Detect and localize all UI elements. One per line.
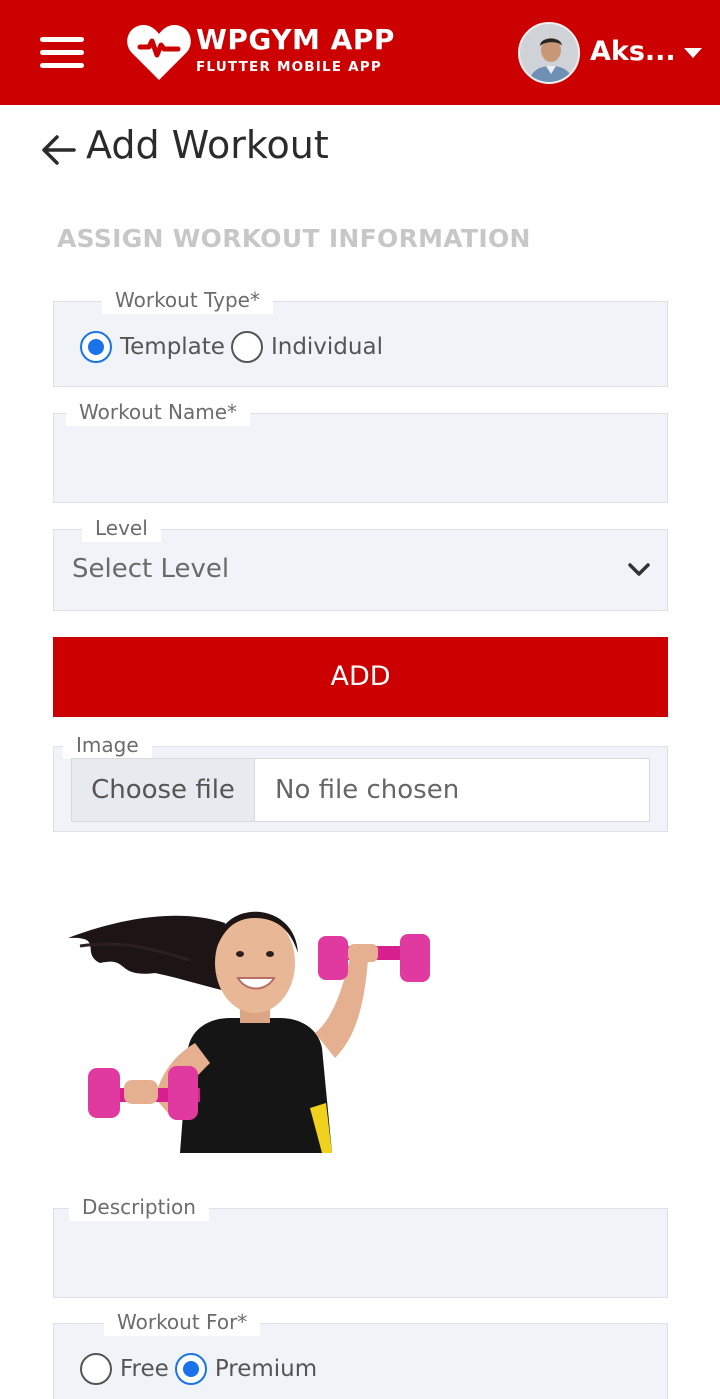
description-label: Description	[69, 1193, 209, 1221]
choose-file-button[interactable]: Choose file	[72, 759, 255, 821]
radio-unselected-icon[interactable]	[230, 331, 263, 363]
app-header: WPGYM APP FLUTTER MOBILE APP Aks...	[0, 0, 720, 105]
file-status: No file chosen	[275, 775, 460, 805]
radio-label: Premium	[214, 1356, 318, 1382]
page-title: Add Workout	[86, 123, 329, 167]
level-select-value: Select Level	[72, 554, 230, 584]
workout-for-option-premium[interactable]: Premium	[174, 1353, 318, 1385]
workout-type-radio-group: Template Individual	[80, 331, 383, 363]
radio-selected-icon[interactable]	[80, 331, 112, 363]
radio-label: Individual	[270, 334, 383, 360]
user-photo	[520, 24, 578, 82]
brand-logo-icon	[127, 24, 191, 80]
brand: WPGYM APP FLUTTER MOBILE APP	[196, 24, 395, 76]
image-label: Image	[63, 731, 152, 759]
workout-for-radio-group: Free Premium	[80, 1353, 317, 1385]
workout-for-field: Workout For* Free Premium	[53, 1308, 668, 1399]
add-button[interactable]: ADD	[53, 637, 668, 717]
description-field[interactable]: Description	[53, 1193, 668, 1298]
radio-label: Free	[120, 1356, 169, 1382]
caret-down-icon[interactable]	[684, 48, 702, 58]
chevron-down-icon[interactable]	[627, 562, 651, 578]
workout-image	[68, 911, 430, 1153]
workout-type-option-template[interactable]: Template	[80, 331, 225, 363]
file-input[interactable]: Choose file No file chosen	[71, 758, 650, 822]
level-select[interactable]: Level Select Level	[53, 514, 668, 611]
image-field: Image Choose file No file chosen	[53, 731, 668, 832]
level-label: Level	[82, 514, 161, 542]
brand-title: WPGYM APP	[196, 23, 395, 56]
workout-type-field: Workout Type* Template Individual	[53, 286, 668, 387]
workout-type-option-individual[interactable]: Individual	[230, 331, 383, 363]
section-title: ASSIGN WORKOUT INFORMATION	[57, 224, 531, 253]
workout-for-option-free[interactable]: Free	[80, 1353, 169, 1385]
avatar[interactable]	[518, 22, 580, 84]
back-arrow-icon[interactable]	[40, 132, 78, 168]
brand-subtitle: FLUTTER MOBILE APP	[196, 59, 382, 75]
workout-name-label: Workout Name*	[66, 398, 251, 426]
radio-unselected-icon[interactable]	[80, 1353, 112, 1385]
radio-selected-icon[interactable]	[174, 1353, 207, 1385]
radio-label: Template	[120, 334, 225, 360]
menu-icon[interactable]	[38, 33, 86, 71]
user-name[interactable]: Aks...	[590, 36, 676, 67]
workout-type-label: Workout Type*	[102, 286, 273, 314]
workout-for-label: Workout For*	[104, 1308, 261, 1336]
workout-name-field[interactable]: Workout Name*	[53, 398, 668, 503]
